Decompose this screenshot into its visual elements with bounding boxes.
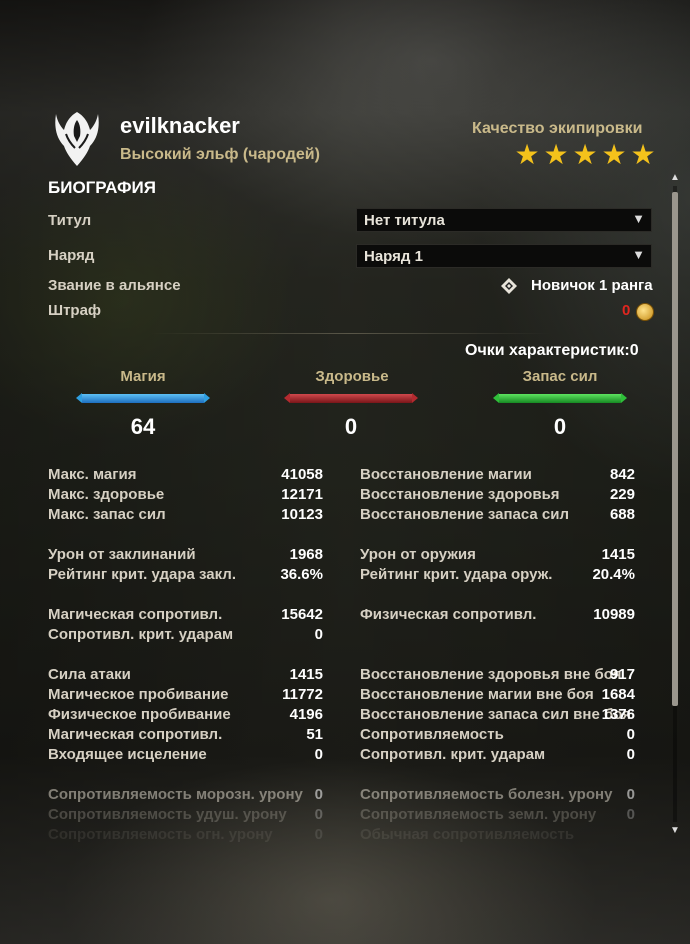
attribute-health-label: Здоровье xyxy=(315,368,389,385)
star-icon: ★ xyxy=(514,139,540,170)
scrollbar-thumb[interactable] xyxy=(672,192,678,706)
attribute-magicka-bar xyxy=(76,393,210,404)
attribute-stamina-bar xyxy=(493,393,627,404)
title-label: Титул xyxy=(48,212,92,229)
star-icon: ★ xyxy=(630,139,656,170)
alliance-rank-icon xyxy=(501,278,517,294)
alliance-rank-value: Новичок 1 ранга xyxy=(531,277,653,294)
stat-value: 41058 xyxy=(281,466,323,483)
equipment-quality-label: Качество экипировки xyxy=(472,120,643,137)
alliance-rank-label: Звание в альянсе xyxy=(48,277,181,294)
attribute-health-bar xyxy=(284,393,418,404)
stat-label: Урон от оружия xyxy=(360,546,476,563)
attribute-points-value: 0 xyxy=(629,342,639,359)
star-icon: ★ xyxy=(572,139,598,170)
stat-value: 842 xyxy=(609,466,635,483)
stat-value: 1376 xyxy=(601,706,635,723)
stat-value: 0 xyxy=(626,746,635,763)
attribute-stamina-label: Запас сил xyxy=(522,368,598,385)
stat-label: Сопротивляемость удуш. урону xyxy=(48,806,287,823)
gold-coin-icon xyxy=(636,303,654,321)
stat-value: 15642 xyxy=(281,606,323,623)
bounty-label: Штраф xyxy=(48,302,102,319)
stat-value: 20.4% xyxy=(592,566,635,583)
stat-label: Входящее исцеление xyxy=(48,746,207,763)
attribute-health-value: 0 xyxy=(344,414,358,439)
stat-label: Магическая сопротивл. xyxy=(48,726,223,743)
stat-label: Макс. запас сил xyxy=(48,506,166,523)
stat-label: Рейтинг крит. удара закл. xyxy=(48,566,236,583)
stat-label: Восстановление магии вне боя xyxy=(360,686,594,703)
stat-label: Сопротивл. крит. ударам xyxy=(360,746,546,763)
scroll-down-arrow-icon[interactable]: ▼ xyxy=(670,825,680,836)
title-dropdown-value: Нет титула xyxy=(364,212,445,229)
title-dropdown[interactable]: Нет титула ▼ xyxy=(356,208,652,232)
stat-label: Восстановление магии xyxy=(360,466,532,483)
stat-label: Физическое пробивание xyxy=(48,706,231,723)
stat-value: 1968 xyxy=(289,546,323,563)
stat-value: 1415 xyxy=(289,666,323,683)
stat-value: 688 xyxy=(609,506,635,523)
attribute-magicka-value: 64 xyxy=(130,414,156,439)
stat-value: 11772 xyxy=(282,686,323,703)
stat-value: 229 xyxy=(609,486,635,503)
outfit-dropdown-value: Наряд 1 xyxy=(364,248,423,265)
stat-value: 0 xyxy=(314,826,323,843)
stat-label: Сопротивляемость огн. урону xyxy=(48,826,273,843)
stat-label: Сила атаки xyxy=(48,666,131,683)
stat-value: 0 xyxy=(314,786,323,803)
stat-value: 10989 xyxy=(593,606,635,623)
attribute-points-label: Очки характеристик: xyxy=(465,342,630,359)
biography-section-title: БИОГРАФИЯ xyxy=(48,178,156,197)
attribute-points: Очки характеристик:0 xyxy=(465,342,639,360)
chevron-down-icon: ▼ xyxy=(632,247,645,262)
stat-value: 4196 xyxy=(289,706,323,723)
stat-label: Рейтинг крит. удара оруж. xyxy=(360,566,553,583)
stat-label: Магическое пробивание xyxy=(48,686,229,703)
scrollbar[interactable]: ▲ ▼ xyxy=(669,172,681,836)
outfit-label: Наряд xyxy=(48,247,95,264)
equipment-quality-stars: ★ ★ ★ ★ ★ xyxy=(514,139,656,170)
winged-crest-icon xyxy=(55,112,99,166)
stat-label: Сопротивл. крит. ударам xyxy=(48,626,234,643)
stat-label: Физическая сопротивл. xyxy=(360,606,537,623)
stat-value: 0 xyxy=(626,786,635,803)
stat-label: Урон от заклинаний xyxy=(48,546,196,563)
character-name: evilknacker xyxy=(120,113,240,138)
stat-label: Обычная сопротивляемость xyxy=(360,826,575,843)
stat-value: 1415 xyxy=(601,546,635,563)
stat-label: Восстановление здоровья xyxy=(360,486,560,503)
stat-value: 1684 xyxy=(601,686,635,703)
stat-label: Сопротивляемость xyxy=(360,726,504,743)
stat-value: 0 xyxy=(314,806,323,823)
star-icon: ★ xyxy=(601,139,627,170)
section-divider xyxy=(150,333,550,334)
stat-value: 0 xyxy=(626,726,635,743)
attribute-stamina-value: 0 xyxy=(553,414,567,439)
stat-value: 0 xyxy=(314,626,323,643)
star-icon: ★ xyxy=(543,139,569,170)
stat-value: 36.6% xyxy=(280,566,323,583)
stat-label: Макс. здоровье xyxy=(48,486,165,503)
attribute-magicka-label: Магия xyxy=(120,368,166,385)
chevron-down-icon: ▼ xyxy=(632,211,645,226)
outfit-dropdown[interactable]: Наряд 1 ▼ xyxy=(356,244,652,268)
stat-value: 0 xyxy=(626,806,635,823)
stat-value: 0 xyxy=(314,746,323,763)
stat-value: 10123 xyxy=(281,506,323,523)
stat-label: Магическая сопротивл. xyxy=(48,606,223,623)
scroll-up-arrow-icon[interactable]: ▲ xyxy=(670,172,680,183)
character-race-class: Высокий эльф (чародей) xyxy=(120,146,320,163)
stat-value: 12171 xyxy=(281,486,323,503)
stat-value: 917 xyxy=(609,666,635,683)
stat-label: Макс. магия xyxy=(48,466,137,483)
stat-label: Восстановление запаса сил xyxy=(360,506,570,523)
stat-value: 51 xyxy=(306,726,323,743)
bounty-value: 0 xyxy=(622,302,631,319)
stat-label: Сопротивляемость земл. урону xyxy=(360,806,597,823)
